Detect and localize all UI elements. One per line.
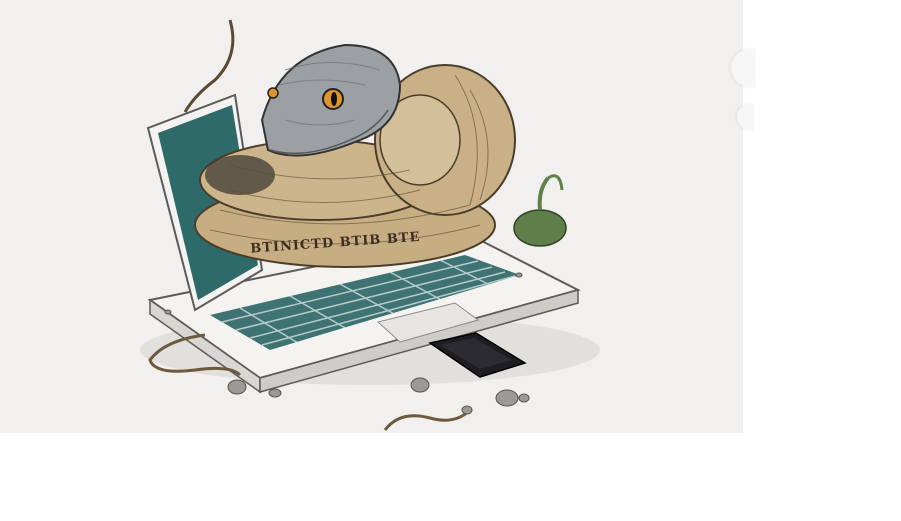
snake-laptop-illustration: BTINICTD BTIB BTE: [0, 0, 743, 433]
illustration-svg: BTINICTD BTIB BTE: [140, 19, 600, 431]
plant: [513, 174, 567, 247]
loose-cord: [383, 408, 472, 431]
